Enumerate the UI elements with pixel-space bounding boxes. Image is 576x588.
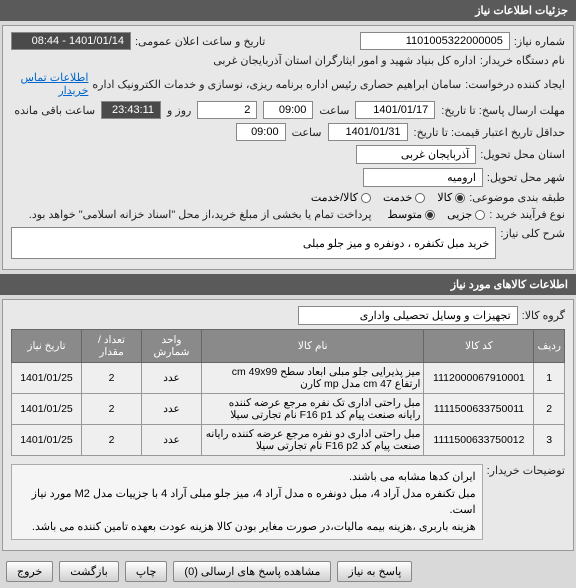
announce-label: تاریخ و ساعت اعلان عمومی: xyxy=(135,35,265,48)
remain-label: ساعت باقی مانده xyxy=(14,104,95,117)
city-value: ارومیه xyxy=(363,168,483,187)
th-name: نام کالا xyxy=(202,330,424,363)
process-label: نوع فرآیند خرید : xyxy=(489,208,565,221)
th-unit: واحد شمارش xyxy=(142,330,202,363)
cell-code: 1111500633750012 xyxy=(424,425,534,456)
process-note: پرداخت تمام یا بخشی از مبلغ خرید،از محل … xyxy=(29,208,372,221)
need-no-label: شماره نیاز: xyxy=(514,35,565,48)
proc-option-1[interactable]: متوسط xyxy=(388,208,436,221)
th-code: کد کالا xyxy=(424,330,534,363)
th-date: تاریخ نیاز xyxy=(12,330,82,363)
group-label: گروه کالا: xyxy=(522,309,565,322)
cat-option-0[interactable]: کالا xyxy=(437,191,465,204)
buyer-notes-label: توضیحات خریدار: xyxy=(487,464,565,477)
valid-time: 09:00 xyxy=(236,123,286,141)
category-radio-group: کالا خدمت کالا/خدمت xyxy=(311,191,465,204)
back-button[interactable]: بازگشت xyxy=(59,561,119,582)
cell-date: 1401/01/25 xyxy=(12,394,82,425)
cell-qty: 2 xyxy=(82,425,142,456)
province-value: آذربایجان غربی xyxy=(356,145,476,164)
category-label: طبقه بندی موضوعی: xyxy=(469,191,565,204)
cell-date: 1401/01/25 xyxy=(12,363,82,394)
cell-date: 1401/01/25 xyxy=(12,425,82,456)
group-value: تجهیزات و وسایل تحصیلی واداری xyxy=(298,306,518,325)
desc-field-value: خرید مبل تکنفره ، دونفره و میز جلو مبلی xyxy=(11,227,496,259)
table-row[interactable]: 11112000067910001میز پذیرایی جلو مبلی اب… xyxy=(12,363,565,394)
valid-date: 1401/01/31 xyxy=(328,123,408,141)
creator-value: سامان ابراهیم حصاری رئیس اداره برنامه ری… xyxy=(92,78,461,91)
deadline-time: 09:00 xyxy=(263,101,313,119)
items-section-title: اطلاعات کالاهای مورد نیاز xyxy=(0,274,576,295)
print-button[interactable]: چاپ xyxy=(125,561,168,582)
th-row: ردیف xyxy=(534,330,565,363)
buyer-notes-text: ایران کدها مشابه می باشند. مبل تکنفره مد… xyxy=(11,464,483,540)
valid-label: حداقل تاریخ اعتبار قیمت: تا تاریخ: xyxy=(414,126,565,139)
page-title-bar: جزئیات اطلاعات نیاز xyxy=(0,0,576,21)
cell-name: میز پذیرایی جلو مبلی ابعاد سطح cm 49x99 … xyxy=(202,363,424,394)
cell-code: 1112000067910001 xyxy=(424,363,534,394)
desc-field-label: شرح کلی نیاز: xyxy=(500,227,565,240)
view-replies-button[interactable]: مشاهده پاسخ های ارسالی (0) xyxy=(173,561,331,582)
deadline-date: 1401/01/17 xyxy=(355,101,435,119)
time-remaining: 23:43:11 xyxy=(101,101,161,119)
cat-option-2[interactable]: کالا/خدمت xyxy=(311,191,371,204)
cell-unit: عدد xyxy=(142,425,202,456)
cell-unit: عدد xyxy=(142,363,202,394)
cell-qty: 2 xyxy=(82,363,142,394)
cell-code: 1111500633750011 xyxy=(424,394,534,425)
announce-value: 1401/01/14 - 08:44 xyxy=(11,32,131,50)
deadline-label: مهلت ارسال پاسخ: تا تاریخ: xyxy=(441,104,565,117)
cell-name: مبل راحتی اداری تک نفره مرجع عرضه کننده … xyxy=(202,394,424,425)
button-bar: پاسخ به نیاز مشاهده پاسخ های ارسالی (0) … xyxy=(0,555,576,588)
time-label-1: ساعت xyxy=(319,104,349,117)
reply-button[interactable]: پاسخ به نیاز xyxy=(337,561,412,582)
time-label-2: ساعت xyxy=(292,126,322,139)
contact-link[interactable]: اطلاعات تماس خریدار xyxy=(11,71,88,97)
th-qty: تعداد / مقدار xyxy=(82,330,142,363)
cell-unit: عدد xyxy=(142,394,202,425)
exit-button[interactable]: خروج xyxy=(6,561,53,582)
days-remaining: 2 xyxy=(197,101,257,119)
main-panel: شماره نیاز: 1101005322000005 تاریخ و ساع… xyxy=(2,25,574,270)
cat-option-1[interactable]: خدمت xyxy=(383,191,425,204)
cell-qty: 2 xyxy=(82,394,142,425)
items-table: ردیف کد کالا نام کالا واحد شمارش تعداد /… xyxy=(11,329,565,456)
items-panel: گروه کالا: تجهیزات و وسایل تحصیلی واداری… xyxy=(2,299,574,551)
province-label: استان محل تحویل: xyxy=(480,148,565,161)
need-no-value: 1101005322000005 xyxy=(360,32,510,50)
proc-option-0[interactable]: جزیی xyxy=(447,208,485,221)
cell-n: 2 xyxy=(534,394,565,425)
creator-label: ایجاد کننده درخواست: xyxy=(465,78,565,91)
city-label: شهر محل تحویل: xyxy=(487,171,565,184)
buyer-value: اداره کل بنیاد شهید و امور ایثارگران است… xyxy=(213,54,476,67)
cell-n: 1 xyxy=(534,363,565,394)
process-radio-group: جزیی متوسط xyxy=(388,208,486,221)
cell-name: مبل راحتی اداری دو نفره مرجع عرضه کننده … xyxy=(202,425,424,456)
table-row[interactable]: 21111500633750011مبل راحتی اداری تک نفره… xyxy=(12,394,565,425)
table-row[interactable]: 31111500633750012مبل راحتی اداری دو نفره… xyxy=(12,425,565,456)
days-label: روز و xyxy=(167,104,191,117)
buyer-label: نام دستگاه خریدار: xyxy=(480,54,565,67)
cell-n: 3 xyxy=(534,425,565,456)
